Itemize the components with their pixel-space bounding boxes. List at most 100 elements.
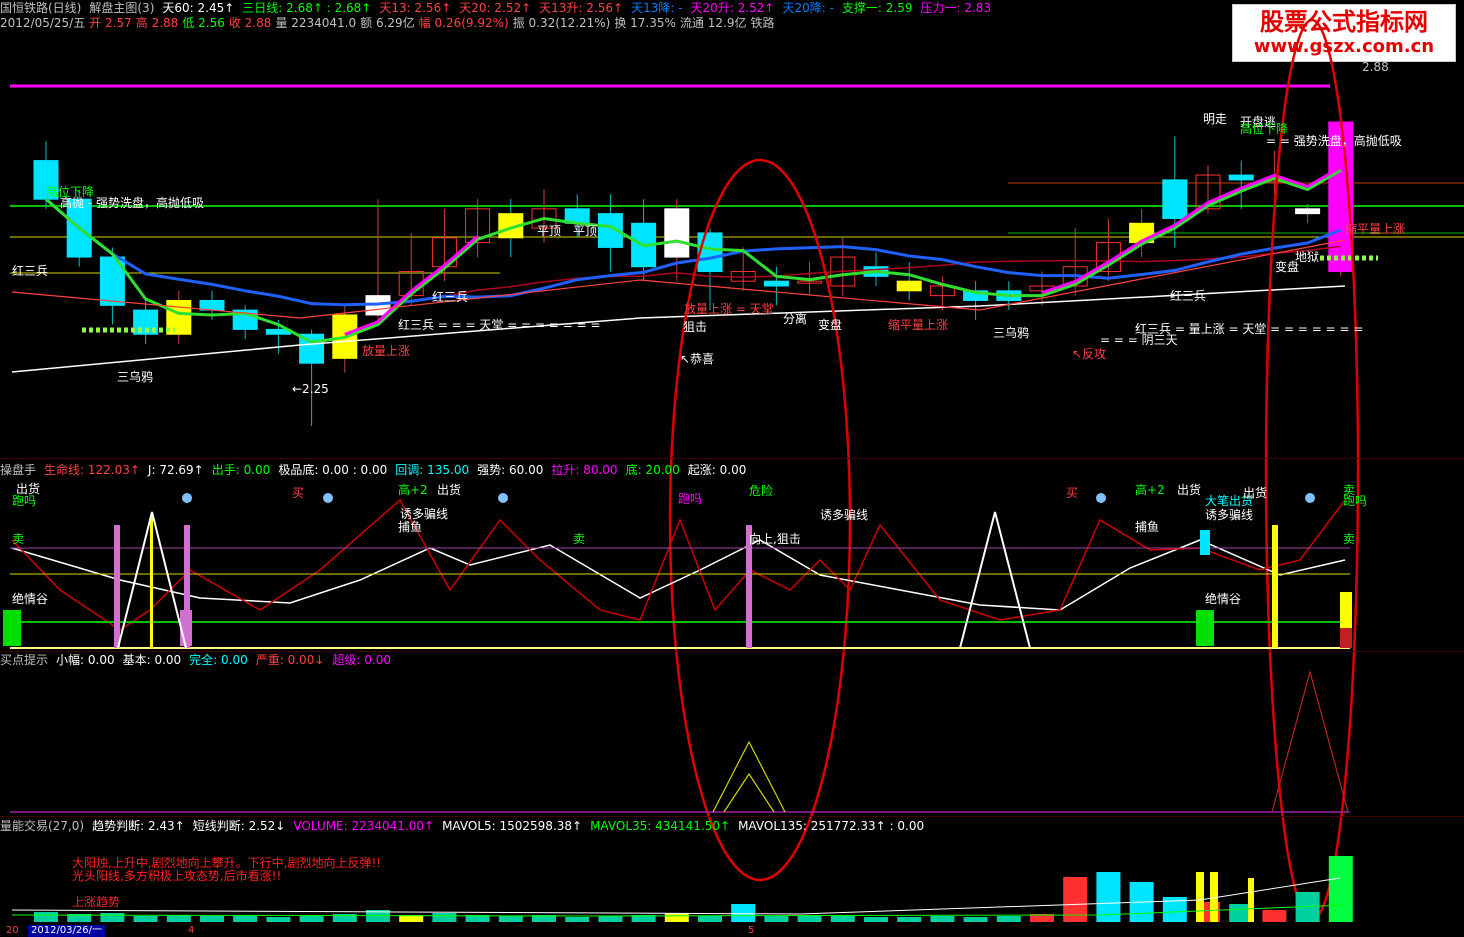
indicator-label: 绝情谷 bbox=[1205, 592, 1242, 606]
pattern-label: 平顶 bbox=[573, 224, 598, 238]
bottom-bar bbox=[1196, 610, 1214, 646]
signal-dot bbox=[498, 493, 508, 503]
header-value: 超级: 0.00 bbox=[332, 653, 391, 667]
volume-bar bbox=[996, 916, 1021, 922]
pattern-label: ←2.25 bbox=[292, 382, 329, 396]
indicator-label: 出货 bbox=[437, 483, 462, 497]
pattern-label: ↖恭喜 bbox=[680, 352, 715, 366]
header-value: VOLUME: 2234041.00↑ bbox=[293, 819, 435, 833]
pattern-label: 地狱 bbox=[1295, 250, 1320, 264]
volume-bar bbox=[133, 916, 158, 922]
buy-signal bbox=[712, 740, 786, 813]
pattern-label: 红三兵 = 量上涨 = 天堂 = = = = = = = bbox=[1135, 322, 1364, 336]
signal-dot bbox=[1096, 493, 1106, 503]
candle-body bbox=[1295, 208, 1321, 215]
candle-body bbox=[1162, 179, 1188, 219]
pattern-label: 2.88 bbox=[1362, 60, 1389, 74]
signal-dot bbox=[182, 493, 192, 503]
volume-bar bbox=[266, 917, 291, 922]
candle-body bbox=[896, 280, 922, 292]
pattern-label: 平顶 bbox=[537, 224, 562, 238]
volume-bar bbox=[233, 915, 258, 922]
cursor-date[interactable]: 2012/03/26/一 bbox=[28, 925, 106, 937]
volume-bar bbox=[930, 916, 955, 922]
ma13-line bbox=[45, 198, 1342, 307]
candle-body bbox=[166, 299, 192, 335]
indicator-label: 跑吗 bbox=[678, 492, 703, 506]
header-value: 底: 20.00 bbox=[625, 463, 680, 477]
candle-body bbox=[199, 299, 225, 311]
volume-bar bbox=[432, 913, 457, 922]
indicator-label: 买 bbox=[1066, 486, 1079, 500]
volume-bar bbox=[664, 913, 689, 922]
indicator-label: 跑吗 bbox=[12, 494, 37, 508]
pattern-label: 三乌鸦 bbox=[993, 326, 1030, 340]
volume-bar bbox=[1328, 856, 1353, 922]
header-value: 小幅: 0.00 bbox=[56, 653, 115, 667]
indicator-label: 捕鱼 bbox=[398, 520, 423, 534]
candle-body bbox=[697, 232, 723, 273]
panel-divider bbox=[0, 651, 1464, 652]
header-value: 出手: 0.00 bbox=[211, 463, 271, 477]
pattern-label: 放量上涨 bbox=[362, 344, 411, 358]
volume-bar bbox=[299, 916, 324, 922]
indicator-label: 捕鱼 bbox=[1135, 520, 1160, 534]
header-value: 极品底: 0.00 : 0.00 bbox=[278, 463, 388, 477]
pattern-label: 红三兵 bbox=[432, 290, 469, 304]
pattern-label: 红三兵 bbox=[1170, 289, 1207, 303]
candle-body bbox=[1228, 174, 1254, 181]
indicator-label: 危险 bbox=[749, 484, 774, 498]
header-value: 严重: 0.00↓ bbox=[255, 653, 325, 667]
header-value: MAVOL35: 434141.50↑ bbox=[590, 819, 731, 833]
indicator-label: 高+2 bbox=[1135, 483, 1165, 497]
header-value: 起涨: 0.00 bbox=[687, 463, 747, 477]
header-value: 买点提示 bbox=[0, 653, 49, 667]
analysis-note: 上涨趋势 bbox=[72, 895, 121, 909]
indicator-label: 向上,狙击 bbox=[749, 532, 801, 546]
pattern-label: 狙击 bbox=[683, 320, 708, 334]
signal-bar bbox=[150, 515, 153, 648]
volume-bar bbox=[1196, 872, 1204, 922]
volume-bar bbox=[897, 917, 922, 922]
header-value: 操盘手 bbox=[0, 463, 37, 477]
header-value: 量能交易(27,0) bbox=[0, 819, 85, 833]
pattern-label: 高抛 - 强势洗盘，高抛低吸 bbox=[60, 196, 204, 210]
indicator-label: 跑吗 bbox=[1343, 494, 1368, 508]
indicator2-header: 买点提示 小幅: 0.00 基本: 0.00 完全: 0.00 严重: 0.00↓ 超级:… bbox=[0, 653, 399, 667]
panel-divider bbox=[0, 458, 1464, 459]
status-bar: 20 2012/03/26/一 4 5 bbox=[0, 925, 1464, 937]
volume-bar bbox=[830, 916, 855, 922]
indicator-label: 买 bbox=[292, 486, 305, 500]
volume-bar bbox=[1262, 910, 1287, 922]
indicator-label: 诱多骗线 bbox=[1205, 508, 1254, 522]
indicator-label: 高+2 bbox=[398, 483, 428, 497]
analysis-note: 光头阳线,多方积极上攻态势,后市看涨!! bbox=[72, 869, 282, 883]
header-value: 生命线: 122.03↑ bbox=[44, 463, 140, 477]
peak-marker bbox=[959, 511, 1031, 649]
signal-bar bbox=[1272, 525, 1278, 648]
header-value: 回调: 135.00 bbox=[395, 463, 470, 477]
volume-bar bbox=[963, 917, 988, 922]
statusbar-mark2: 5 bbox=[748, 925, 755, 936]
indicator-label: 卖 bbox=[12, 532, 25, 546]
pattern-label: 三乌鸦 bbox=[117, 370, 154, 384]
indicator-label: 卖 bbox=[1343, 532, 1356, 546]
volume-bar bbox=[166, 915, 191, 922]
statusbar-mark1: 4 bbox=[188, 925, 195, 936]
volume-bar bbox=[698, 916, 722, 922]
signal-bar bbox=[114, 525, 120, 648]
header-value: J: 72.69↑ bbox=[147, 463, 204, 477]
trading-terminal: 国恒铁路(日线) 解盘主图(3) 天60: 2.45↑ 三日线: 2.68↑ : 2.… bbox=[0, 0, 1464, 937]
signal-dot bbox=[1305, 493, 1315, 503]
signal-bar bbox=[1340, 628, 1352, 648]
header-value: 趋势判断: 2.43↑ bbox=[92, 819, 185, 833]
header-value: MAVOL5: 1502598.38↑ bbox=[442, 819, 583, 833]
volume-bar bbox=[764, 916, 789, 922]
header-value: 强势: 60.00 bbox=[477, 463, 544, 477]
signal-bar bbox=[1200, 530, 1210, 555]
bottom-bar bbox=[3, 610, 21, 646]
indicator-label: 出货 bbox=[1243, 486, 1268, 500]
pattern-label: 放量上涨 = 天堂 bbox=[684, 302, 774, 316]
indicator1-header: 操盘手 生命线: 122.03↑ J: 72.69↑ 出手: 0.00 极品底: 0.0… bbox=[0, 463, 754, 477]
header-value: 短线判断: 2.52↓ bbox=[192, 819, 286, 833]
